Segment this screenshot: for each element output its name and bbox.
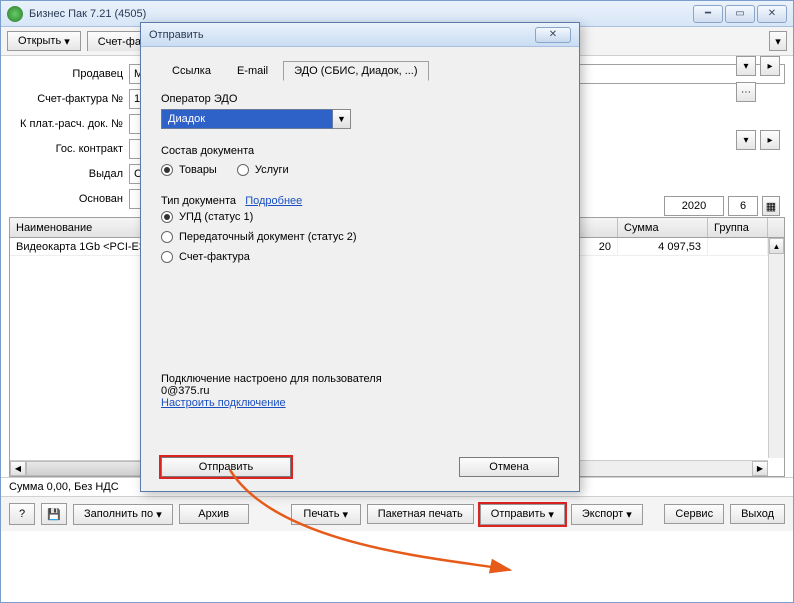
- open-button[interactable]: Открыть ▾: [7, 31, 81, 51]
- help-icon[interactable]: ?: [9, 503, 35, 525]
- save-icon[interactable]: 💾: [41, 503, 67, 525]
- scroll-right-button[interactable]: ▶: [752, 461, 768, 476]
- cell-sum: 4 097,53: [618, 238, 708, 255]
- dialog-cancel-button[interactable]: Отмена: [459, 457, 559, 477]
- year-box[interactable]: 2020: [664, 196, 724, 216]
- dialog-buttons: Отправить Отмена: [141, 447, 579, 491]
- col-sum[interactable]: Сумма: [618, 218, 708, 237]
- go-button-1[interactable]: ▸: [760, 56, 780, 76]
- export-button[interactable]: Экспорт ▾: [571, 504, 643, 525]
- radio-dot-icon: [237, 164, 249, 176]
- gov-contract-label: Гос. контракт: [9, 143, 129, 155]
- radio-dot-icon: [161, 164, 173, 176]
- pay-doc-label: К плат.-расч. док. №: [9, 118, 129, 130]
- vertical-scrollbar[interactable]: ▲: [768, 238, 784, 458]
- dialog-titlebar: Отправить ✕: [141, 23, 579, 47]
- radio-dot-icon: [161, 231, 173, 243]
- date-widgets: 2020 6 ▦: [664, 196, 780, 216]
- invoice-no-label: Счет-фактура №: [9, 93, 129, 105]
- composition-label: Состав документа: [161, 145, 559, 157]
- dialog-body: Ссылка E-mail ЭДО (СБИС, Диадок, ...) Оп…: [141, 47, 579, 447]
- col-group[interactable]: Группа: [708, 218, 768, 237]
- issued-label: Выдал: [9, 168, 129, 180]
- cell-group: [708, 238, 768, 255]
- close-button[interactable]: ✕: [757, 5, 787, 23]
- seller-label: Продавец: [9, 68, 129, 80]
- dialog-close-button[interactable]: ✕: [535, 27, 571, 43]
- radio-invoice[interactable]: Счет-фактура: [161, 251, 559, 263]
- radio-services[interactable]: Услуги: [237, 164, 289, 176]
- dialog-send-button[interactable]: Отправить: [161, 457, 291, 477]
- more-link[interactable]: Подробнее: [245, 195, 302, 207]
- scroll-up-button[interactable]: ▲: [769, 238, 784, 254]
- send-dialog: Отправить ✕ Ссылка E-mail ЭДО (СБИС, Диа…: [140, 22, 580, 492]
- dialog-tabs: Ссылка E-mail ЭДО (СБИС, Диадок, ...): [161, 61, 559, 81]
- day-box[interactable]: 6: [728, 196, 758, 216]
- maximize-button[interactable]: ▭: [725, 5, 755, 23]
- service-button[interactable]: Сервис: [664, 504, 724, 524]
- configure-connection-link[interactable]: Настроить подключение: [161, 397, 286, 409]
- radio-upd[interactable]: УПД (статус 1): [161, 211, 559, 223]
- send-button[interactable]: Отправить ▾: [480, 504, 565, 525]
- minimize-button[interactable]: ━: [693, 5, 723, 23]
- archive-button[interactable]: Архив: [179, 504, 249, 524]
- dialog-title: Отправить: [149, 29, 535, 41]
- combo-arrow-1[interactable]: ▾: [736, 56, 756, 76]
- operator-combo[interactable]: Диадок ▼: [161, 109, 351, 129]
- toolbar-menu-button[interactable]: ▾: [769, 31, 787, 51]
- exit-button[interactable]: Выход: [730, 504, 785, 524]
- doctype-label: Тип документа Подробнее: [161, 195, 559, 207]
- right-widgets: ▾▸ ⋯ ▾▸: [736, 56, 780, 150]
- tab-link[interactable]: Ссылка: [161, 61, 222, 81]
- chevron-down-icon[interactable]: ▼: [333, 109, 351, 129]
- radio-dot-icon: [161, 251, 173, 263]
- calendar-icon[interactable]: ▦: [762, 196, 780, 216]
- connection-info: Подключение настроено для пользователя 0…: [161, 373, 559, 409]
- combo-arrow-2[interactable]: ▾: [736, 130, 756, 150]
- app-icon: [7, 6, 23, 22]
- batch-print-button[interactable]: Пакетная печать: [367, 504, 474, 524]
- bottom-toolbar: ? 💾 Заполнить по ▾ Архив Печать ▾ Пакетн…: [1, 496, 793, 531]
- operator-label: Оператор ЭДО: [161, 93, 559, 105]
- scroll-left-button[interactable]: ◀: [10, 461, 26, 476]
- tab-edo[interactable]: ЭДО (СБИС, Диадок, ...): [283, 61, 428, 81]
- window-title: Бизнес Пак 7.21 (4505): [29, 8, 693, 20]
- operator-value: Диадок: [161, 109, 333, 129]
- basis-label: Основан: [9, 193, 129, 205]
- radio-dot-icon: [161, 211, 173, 223]
- fill-by-button[interactable]: Заполнить по ▾: [73, 504, 173, 525]
- go-button-2[interactable]: ▸: [760, 130, 780, 150]
- more-button-1[interactable]: ⋯: [736, 82, 756, 102]
- radio-transfer[interactable]: Передаточный документ (статус 2): [161, 231, 559, 243]
- radio-goods[interactable]: Товары: [161, 164, 217, 176]
- tab-email[interactable]: E-mail: [226, 61, 279, 81]
- print-button[interactable]: Печать ▾: [291, 504, 361, 525]
